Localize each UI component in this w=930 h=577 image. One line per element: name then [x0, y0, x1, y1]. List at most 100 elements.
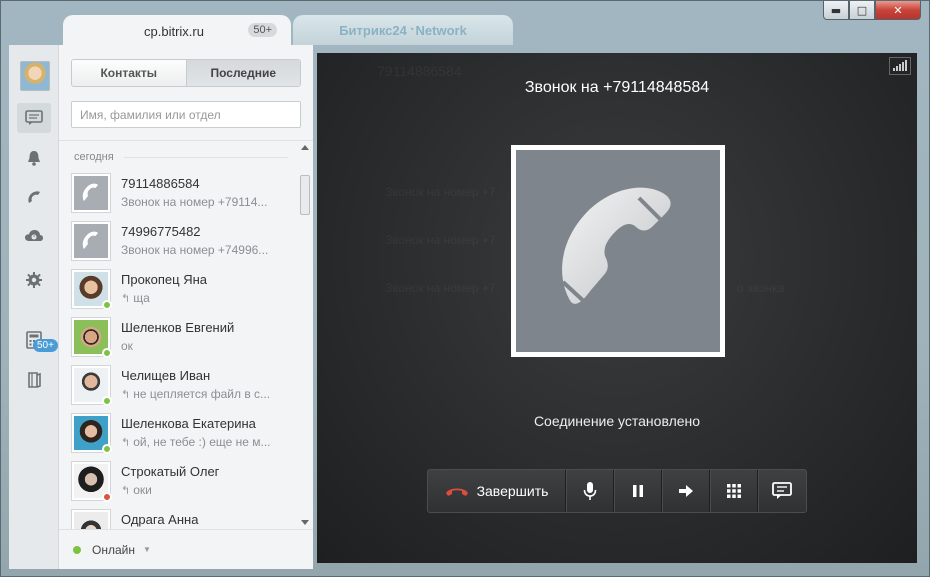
user-avatar[interactable]	[20, 61, 50, 91]
microphone-icon	[583, 482, 596, 500]
chat-icon[interactable]	[17, 103, 51, 133]
reply-icon: ↰	[121, 485, 131, 497]
contact-preview: ок	[121, 339, 133, 353]
online-status-icon	[102, 444, 112, 454]
chat-icon	[772, 482, 792, 499]
contact-preview: ↰ не цепляется файл в с...	[121, 387, 281, 401]
avatar	[71, 413, 112, 454]
microphone-button[interactable]	[566, 470, 614, 512]
online-status-icon	[73, 545, 81, 554]
ghost-line: Звонок на номер +7	[385, 281, 496, 295]
keypad-icon	[726, 484, 741, 498]
scroll-up-icon[interactable]	[301, 145, 309, 150]
reply-icon: ↰	[121, 437, 131, 449]
list-item[interactable]: Одрага Анна	[71, 507, 301, 529]
list-item[interactable]: Шеленкова Екатерина ↰ ой, не тебе :) еще …	[71, 411, 301, 455]
preview-text: не цепляется файл в с...	[133, 387, 271, 401]
contact-name: Прокопец Яна	[121, 272, 207, 287]
cloud-icon[interactable]	[17, 221, 51, 251]
preview-text: ща	[133, 291, 150, 305]
tab-network-prefix: Битрикс24	[339, 22, 407, 38]
clock-icon: ◔	[407, 24, 415, 36]
tab-network[interactable]: Битрикс24 ◔ Network	[293, 15, 513, 45]
avatar	[71, 365, 112, 406]
avatar	[71, 317, 112, 358]
phone-icon	[74, 176, 108, 210]
ghost-number: 79114886584	[377, 63, 462, 79]
list-item[interactable]: 74996775482 Звонок на номер +74996...	[71, 219, 301, 263]
contact-preview: ↰ ой, не тебе :) еще не м...	[121, 435, 281, 449]
avatar	[71, 173, 111, 213]
call-screen: 79114886584 Звонок на номер +7 Звонок на…	[317, 53, 917, 563]
status-label: Онлайн	[92, 542, 135, 557]
dnd-status-icon	[102, 492, 112, 502]
call-toolbar: Завершить	[427, 469, 807, 513]
contact-preview: ↰ ща	[121, 291, 281, 305]
contact-name: Строкатый Олег	[121, 464, 220, 479]
scroll-thumb[interactable]	[300, 175, 310, 215]
chat-button[interactable]	[758, 470, 806, 512]
contact-name: 74996775482	[121, 224, 201, 239]
window-controls: ▬ □ ✕	[823, 1, 921, 21]
reply-icon: ↰	[121, 389, 131, 401]
handset-icon	[516, 150, 720, 352]
online-status-icon	[102, 396, 112, 406]
preview-text: ой, не тебе :) еще не м...	[133, 435, 271, 449]
list-item[interactable]: Строкатый Олег ↰ оки	[71, 459, 301, 503]
list-item[interactable]: Челищев Иван ↰ не цепляется файл в с...	[71, 363, 301, 407]
list-item[interactable]: Шеленков Евгений ок	[71, 315, 301, 359]
transfer-button[interactable]	[662, 470, 710, 512]
tab-contacts[interactable]: Контакты	[72, 60, 186, 86]
hangup-icon	[445, 488, 468, 496]
search-input[interactable]	[71, 101, 301, 128]
list-item[interactable]: 79114886584 Звонок на номер +79114...	[71, 171, 301, 215]
notification-badge: 50+	[33, 339, 58, 352]
day-label: сегодня	[74, 151, 288, 163]
contacts-panel: Контакты Последние сегодня 79114886584 З…	[59, 45, 313, 569]
chevron-down-icon: ▼	[142, 545, 151, 554]
arrow-right-icon	[678, 485, 693, 497]
pause-icon	[632, 485, 643, 497]
contact-name: Челищев Иван	[121, 368, 211, 383]
recent-list: сегодня 79114886584 Звонок на номер +791…	[59, 141, 313, 529]
avatar	[71, 221, 111, 261]
end-call-label: Завершить	[476, 483, 549, 499]
online-status-icon	[102, 348, 112, 358]
close-button[interactable]: ✕	[875, 1, 921, 20]
online-status-icon	[102, 300, 112, 310]
tab-portal-label: cp.bitrix.ru	[144, 23, 204, 39]
keypad-button[interactable]	[710, 470, 758, 512]
signal-strength-icon	[889, 57, 911, 75]
phone-icon	[74, 224, 108, 258]
ghost-line: Звонок на номер +7	[385, 233, 496, 247]
contact-preview: Звонок на номер +74996...	[121, 243, 269, 257]
contact-name: 79114886584	[121, 176, 200, 191]
sidebar-iconbar: 50+	[9, 45, 59, 569]
avatar	[71, 509, 111, 529]
end-call-button[interactable]: Завершить	[428, 470, 566, 512]
contact-name: Шеленков Евгений	[121, 320, 235, 335]
reply-icon: ↰	[121, 293, 131, 305]
status-selector[interactable]: Онлайн ▼	[59, 529, 313, 569]
contact-name: Одрага Анна	[121, 512, 199, 527]
tab-portal[interactable]: cp.bitrix.ru 50+	[63, 15, 291, 47]
minimize-button[interactable]: ▬	[823, 1, 849, 20]
maximize-button[interactable]: □	[849, 1, 875, 20]
book-icon[interactable]	[17, 365, 51, 395]
bell-icon[interactable]	[17, 143, 51, 173]
list-item[interactable]: Прокопец Яна ↰ ща	[71, 267, 301, 311]
tab-recent[interactable]: Последние	[185, 60, 300, 86]
list-scrollbar[interactable]	[300, 145, 310, 525]
caller-photo	[511, 145, 725, 357]
hold-button[interactable]	[614, 470, 662, 512]
gear-icon[interactable]	[17, 265, 51, 295]
person-photo	[74, 512, 108, 529]
contact-preview: ↰ оки	[121, 483, 281, 497]
contacts-tabs: Контакты Последние	[71, 59, 301, 87]
phone-icon[interactable]	[17, 182, 51, 212]
scroll-down-icon[interactable]	[301, 520, 309, 525]
preview-text: оки	[133, 483, 152, 497]
avatar	[71, 461, 112, 502]
app-window: ▬ □ ✕ cp.bitrix.ru 50+ Битрикс24 ◔ Network…	[0, 0, 930, 577]
tab-network-suffix: Network	[415, 22, 467, 38]
